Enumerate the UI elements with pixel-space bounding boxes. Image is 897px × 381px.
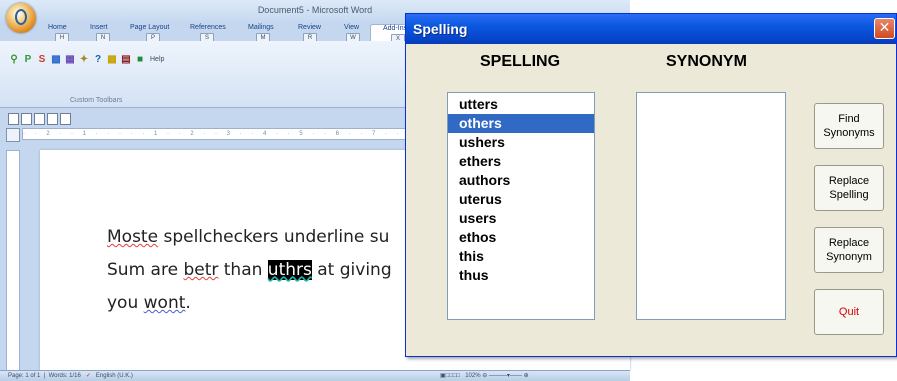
save-icon[interactable]: ■ — [134, 54, 146, 65]
language[interactable]: English (U.K.) — [96, 373, 133, 379]
close-icon: ✕ — [878, 20, 891, 36]
text-run: you — [107, 293, 144, 313]
replace-synonym-button[interactable]: Replace Synonym — [814, 227, 884, 273]
ruler-corner[interactable] — [6, 128, 20, 142]
suggestion-item[interactable]: users — [448, 209, 594, 228]
s-icon[interactable]: S — [36, 54, 48, 65]
document-line: you wont. — [107, 293, 191, 313]
page-icon[interactable] — [34, 113, 45, 125]
view-buttons-icon[interactable]: ▣□□□□ — [440, 373, 460, 379]
synonym-heading: SYNONYM — [666, 53, 747, 70]
help-button[interactable]: Help — [150, 56, 164, 63]
zoom-out-icon[interactable]: ⊖ — [482, 373, 487, 379]
group-label: Custom Toolbars — [70, 97, 123, 104]
suggestion-item-selected[interactable]: others — [448, 114, 594, 133]
pin-icon[interactable]: ⚲ — [8, 54, 20, 65]
suggestion-item[interactable]: ethers — [448, 152, 594, 171]
selected-word[interactable]: uthrs — [267, 260, 312, 280]
suggestion-item[interactable]: thus — [448, 266, 594, 285]
tab-insert[interactable]: Insert — [90, 24, 108, 31]
tab-add-ins-label: Add-Ins — [383, 25, 408, 32]
tab-home[interactable]: Home — [48, 24, 67, 31]
tab-mailings[interactable]: Mailings — [248, 24, 274, 31]
tab-review[interactable]: Review — [298, 24, 321, 31]
suggestion-item[interactable]: authors — [448, 171, 594, 190]
page-count[interactable]: Page: 1 of 1 — [8, 373, 40, 379]
close-button[interactable]: ✕ — [874, 18, 895, 39]
word-count[interactable]: Words: 1/16 — [49, 373, 81, 379]
dialog-title-bar[interactable]: Spelling ✕ — [406, 14, 896, 44]
document-line: Sum are betr than uthrs at giving — [107, 260, 392, 280]
suggestion-item[interactable]: uterus — [448, 190, 594, 209]
suggestion-item[interactable]: ushers — [448, 133, 594, 152]
find-synonyms-button[interactable]: Find Synonyms — [814, 103, 884, 149]
suggestion-item[interactable]: this — [448, 247, 594, 266]
text-run: than — [218, 260, 268, 280]
vertical-ruler[interactable] — [6, 150, 20, 372]
tab-page-layout[interactable]: Page Layout — [130, 24, 169, 31]
synonym-listbox[interactable] — [636, 92, 786, 320]
page-icon[interactable] — [8, 113, 19, 125]
text-run: . — [185, 293, 191, 313]
custom-toolbar: ⚲ P S ▩ ▦ ✦ ? ▩ ▤ ■ Help — [8, 51, 164, 67]
page-icon[interactable] — [47, 113, 58, 125]
quit-button[interactable]: Quit — [814, 289, 884, 335]
spelling-dialog: Spelling ✕ SPELLING SYNONYM utters other… — [405, 13, 897, 357]
misspelled-word[interactable]: Moste — [107, 227, 158, 247]
tools-icon[interactable]: ✦ — [78, 54, 90, 65]
film-icon[interactable]: ▤ — [120, 54, 132, 65]
misspelled-word[interactable]: betr — [183, 260, 218, 280]
text-run: Sum are — [107, 260, 184, 280]
text-run: spellcheckers underline su — [158, 227, 390, 247]
zoom-slider[interactable]: ———▾—— — [489, 373, 522, 379]
zoom-in-icon[interactable]: ⊕ — [524, 373, 529, 379]
spelling-heading: SPELLING — [480, 53, 561, 70]
suggestion-item[interactable]: ethos — [448, 228, 594, 247]
book-icon[interactable]: ▩ — [106, 54, 118, 65]
quick-access-bar — [8, 113, 71, 125]
replace-spelling-button[interactable]: Replace Spelling — [814, 165, 884, 211]
dialog-title: Spelling — [413, 21, 468, 37]
underline-icon[interactable]: ▩ — [50, 54, 62, 65]
table-icon[interactable]: ▦ — [64, 54, 76, 65]
proofing-icon[interactable]: ✓ — [86, 373, 91, 379]
question-icon[interactable]: ? — [92, 54, 104, 65]
tab-view[interactable]: View — [344, 24, 359, 31]
page-icon[interactable] — [21, 113, 32, 125]
page-icon[interactable] — [60, 113, 71, 125]
text-run: at giving — [311, 260, 392, 280]
tab-references[interactable]: References — [190, 24, 226, 31]
p-icon[interactable]: P — [22, 54, 34, 65]
grammar-error-word[interactable]: wont — [144, 293, 186, 313]
document-line: Moste spellcheckers underline su — [107, 227, 389, 247]
zoom-level[interactable]: 102% — [465, 373, 480, 379]
suggestion-item[interactable]: utters — [448, 95, 594, 114]
spelling-listbox[interactable]: utters others ushers ethers authors uter… — [447, 92, 595, 320]
status-bar: Page: 1 of 1 | Words: 1/16 ✓ English (U.… — [0, 370, 630, 381]
